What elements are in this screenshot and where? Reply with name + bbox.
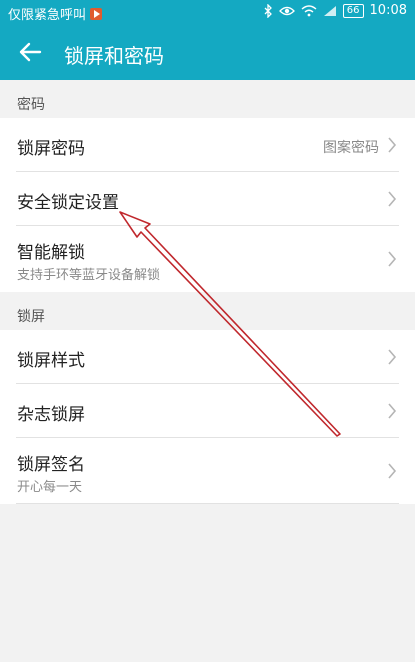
chevron-right-icon (388, 137, 397, 153)
section-header-lock-screen: 锁屏 (0, 292, 415, 330)
eye-icon (278, 6, 295, 15)
page-title: 锁屏和密码 (64, 44, 164, 68)
lock-screen-style-item[interactable]: 锁屏样式 (0, 330, 415, 384)
back-arrow-icon[interactable] (16, 38, 44, 66)
item-subtitle: 开心每一天 (17, 480, 83, 495)
chevron-right-icon (388, 349, 397, 365)
battery-icon: 66 (342, 3, 364, 18)
status-bar: 仅限紧急呼叫 66 10:08 (0, 0, 415, 24)
bluetooth-icon (264, 3, 272, 18)
item-value: 图案密码 (323, 140, 379, 156)
chevron-right-icon (388, 191, 397, 207)
divider (16, 503, 399, 504)
item-title: 安全锁定设置 (17, 193, 119, 213)
lock-screen-signature-item[interactable]: 锁屏签名 开心每一天 (0, 438, 415, 504)
secure-lock-settings-item[interactable]: 安全锁定设置 (0, 172, 415, 226)
clock: 10:08 (369, 3, 407, 18)
item-subtitle: 支持手环等蓝牙设备解锁 (17, 268, 161, 283)
chevron-right-icon (388, 251, 397, 267)
chevron-right-icon (388, 463, 397, 479)
item-title: 锁屏密码 (17, 139, 85, 159)
item-title: 智能解锁 (17, 243, 85, 263)
section-header-password: 密码 (0, 80, 415, 118)
wifi-icon (301, 4, 317, 16)
carrier-text: 仅限紧急呼叫 (8, 8, 87, 23)
app-bar: 锁屏和密码 (0, 24, 415, 80)
lock-screen-list: 锁屏样式 杂志锁屏 锁屏签名 开心每一天 (0, 330, 415, 504)
item-title: 锁屏签名 (17, 455, 85, 475)
magazine-lock-screen-item[interactable]: 杂志锁屏 (0, 384, 415, 438)
item-title: 锁屏样式 (17, 351, 85, 371)
password-list: 锁屏密码 图案密码 安全锁定设置 智能解锁 支持手环等蓝牙设备解锁 (0, 118, 415, 292)
lock-screen-password-item[interactable]: 锁屏密码 图案密码 (0, 118, 415, 172)
sim-icon (323, 5, 336, 16)
play-icon (90, 7, 103, 20)
item-title: 杂志锁屏 (17, 405, 85, 425)
chevron-right-icon (388, 403, 397, 419)
smart-unlock-item[interactable]: 智能解锁 支持手环等蓝牙设备解锁 (0, 226, 415, 292)
